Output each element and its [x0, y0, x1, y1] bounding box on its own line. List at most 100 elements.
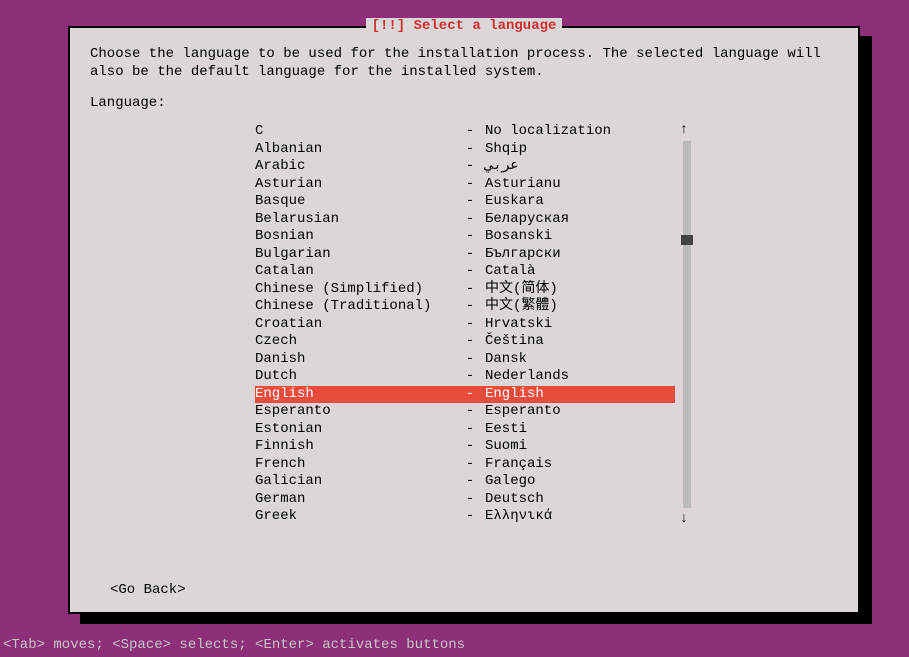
list-item[interactable]: German-Deutsch — [255, 491, 675, 509]
list-item[interactable]: Belarusian-Беларуская — [255, 211, 675, 229]
language-native: Deutsch — [485, 491, 675, 509]
list-item[interactable]: Chinese (Simplified)-中文(简体) — [255, 281, 675, 299]
language-label: Language: — [90, 95, 838, 111]
list-item[interactable]: English-English — [255, 386, 675, 404]
list-item[interactable]: Czech-Čeština — [255, 333, 675, 351]
language-native: Français — [485, 456, 675, 474]
language-native: Български — [485, 246, 675, 264]
list-item[interactable]: Estonian-Eesti — [255, 421, 675, 439]
separator: - — [455, 456, 485, 474]
language-native: عربي — [485, 158, 675, 176]
language-name: Greek — [255, 508, 455, 526]
language-name: Chinese (Simplified) — [255, 281, 455, 299]
language-native: Ελληνικά — [485, 508, 675, 526]
language-list[interactable]: C-No localizationAlbanian-ShqipArabic-عر… — [255, 123, 675, 526]
dialog-description: Choose the language to be used for the i… — [90, 46, 838, 81]
language-list-wrap: C-No localizationAlbanian-ShqipArabic-عر… — [255, 123, 675, 526]
language-name: English — [255, 386, 455, 404]
separator: - — [455, 386, 485, 404]
list-item[interactable]: Finnish-Suomi — [255, 438, 675, 456]
list-item[interactable]: Albanian-Shqip — [255, 141, 675, 159]
language-native: Galego — [485, 473, 675, 491]
scroll-up-arrow-icon[interactable]: ↑ — [677, 123, 691, 137]
separator: - — [455, 316, 485, 334]
separator: - — [455, 263, 485, 281]
language-name: Croatian — [255, 316, 455, 334]
separator: - — [455, 438, 485, 456]
scrollbar-track[interactable] — [683, 141, 691, 508]
language-native: Suomi — [485, 438, 675, 456]
language-native: Dansk — [485, 351, 675, 369]
separator: - — [455, 176, 485, 194]
list-item[interactable]: Arabic-عربي — [255, 158, 675, 176]
scrollbar-thumb[interactable] — [681, 235, 693, 245]
list-item[interactable]: Catalan-Català — [255, 263, 675, 281]
list-item[interactable]: Danish-Dansk — [255, 351, 675, 369]
separator: - — [455, 141, 485, 159]
language-native: Беларуская — [485, 211, 675, 229]
scroll-down-arrow-icon[interactable]: ↓ — [677, 512, 691, 526]
language-native: No localization — [485, 123, 675, 141]
list-item[interactable]: Chinese (Traditional)-中文(繁體) — [255, 298, 675, 316]
list-item[interactable]: Bulgarian-Български — [255, 246, 675, 264]
separator: - — [455, 368, 485, 386]
list-item[interactable]: Dutch-Nederlands — [255, 368, 675, 386]
language-native: Shqip — [485, 141, 675, 159]
language-native: Euskara — [485, 193, 675, 211]
separator: - — [455, 158, 485, 176]
language-native: Hrvatski — [485, 316, 675, 334]
language-name: Arabic — [255, 158, 455, 176]
language-native: Nederlands — [485, 368, 675, 386]
language-native: Català — [485, 263, 675, 281]
language-name: Galician — [255, 473, 455, 491]
go-back-button[interactable]: <Go Back> — [110, 582, 186, 598]
list-item[interactable]: French-Français — [255, 456, 675, 474]
language-name: Bulgarian — [255, 246, 455, 264]
list-item[interactable]: Asturian-Asturianu — [255, 176, 675, 194]
list-item[interactable]: Croatian-Hrvatski — [255, 316, 675, 334]
separator: - — [455, 421, 485, 439]
list-item[interactable]: Bosnian-Bosanski — [255, 228, 675, 246]
language-native: Čeština — [485, 333, 675, 351]
list-item[interactable]: Galician-Galego — [255, 473, 675, 491]
separator: - — [455, 351, 485, 369]
dialog-content: Choose the language to be used for the i… — [70, 28, 858, 544]
language-name: Chinese (Traditional) — [255, 298, 455, 316]
language-native: English — [485, 386, 675, 404]
separator: - — [455, 403, 485, 421]
language-name: Estonian — [255, 421, 455, 439]
dialog-title: [!!] Select a language — [366, 18, 563, 34]
language-name: Esperanto — [255, 403, 455, 421]
list-item[interactable]: Greek-Ελληνικά — [255, 508, 675, 526]
separator: - — [455, 473, 485, 491]
language-native: Asturianu — [485, 176, 675, 194]
separator: - — [455, 211, 485, 229]
language-name: Belarusian — [255, 211, 455, 229]
language-name: Dutch — [255, 368, 455, 386]
list-item[interactable]: Basque-Euskara — [255, 193, 675, 211]
separator: - — [455, 333, 485, 351]
separator: - — [455, 491, 485, 509]
language-dialog: [!!] Select a language Choose the langua… — [68, 26, 860, 614]
list-item[interactable]: Esperanto-Esperanto — [255, 403, 675, 421]
language-native: Eesti — [485, 421, 675, 439]
separator: - — [455, 123, 485, 141]
separator: - — [455, 298, 485, 316]
dialog-title-row: [!!] Select a language — [70, 18, 858, 34]
separator: - — [455, 228, 485, 246]
separator: - — [455, 281, 485, 299]
separator: - — [455, 508, 485, 526]
language-name: C — [255, 123, 455, 141]
language-name: Finnish — [255, 438, 455, 456]
language-name: Bosnian — [255, 228, 455, 246]
language-name: Czech — [255, 333, 455, 351]
separator: - — [455, 246, 485, 264]
language-name: French — [255, 456, 455, 474]
list-item[interactable]: C-No localization — [255, 123, 675, 141]
language-native: Esperanto — [485, 403, 675, 421]
language-name: German — [255, 491, 455, 509]
language-name: Albanian — [255, 141, 455, 159]
separator: - — [455, 193, 485, 211]
language-name: Asturian — [255, 176, 455, 194]
language-native: Bosanski — [485, 228, 675, 246]
